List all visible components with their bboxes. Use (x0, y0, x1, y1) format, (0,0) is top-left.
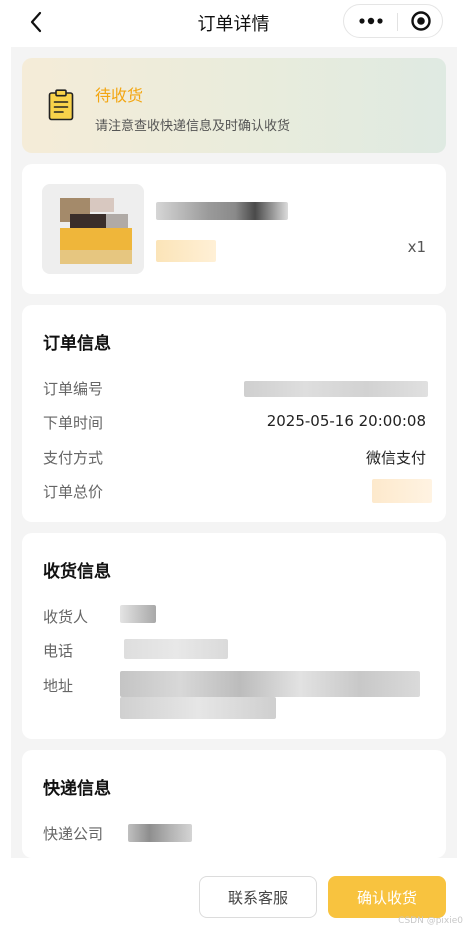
order-time-value: 2025-05-16 20:00:08 (266, 412, 426, 430)
clipboard-icon (48, 89, 74, 121)
order-time-label: 下单时间 (43, 414, 104, 432)
more-dots-icon (359, 17, 383, 25)
express-info-card: 快递信息 快递公司 (22, 750, 446, 858)
order-total-value (372, 479, 432, 503)
receiver-address-label: 地址 (43, 677, 74, 695)
receiver-info-title: 收货信息 (43, 562, 111, 582)
product-name (156, 202, 288, 220)
product-image (42, 184, 144, 274)
order-info-title: 订单信息 (43, 334, 111, 354)
contact-service-button[interactable]: 联系客服 (199, 876, 317, 918)
product-price (156, 240, 216, 262)
status-description: 请注意查收快递信息及时确认收货 (95, 119, 291, 134)
target-circle-icon (411, 11, 431, 31)
express-info-title: 快递信息 (43, 779, 111, 799)
payment-method-value: 微信支付 (365, 449, 426, 467)
navbar: 订单详情 (0, 0, 467, 44)
close-mini-program-button[interactable] (403, 8, 439, 34)
order-total-label: 订单总价 (43, 483, 104, 501)
order-number-value[interactable] (244, 381, 428, 397)
more-button[interactable] (350, 8, 392, 34)
receiver-name-value (120, 605, 156, 623)
receiver-phone-label: 电话 (43, 642, 74, 660)
status-title: 待收货 (95, 86, 144, 105)
status-banner: 待收货 请注意查收快递信息及时确认收货 (22, 58, 446, 153)
product-quantity: x1 (407, 238, 426, 256)
receiver-phone-value (124, 639, 228, 659)
confirm-receipt-button[interactable]: 确认收货 (328, 876, 446, 918)
capsule-divider (397, 13, 398, 31)
express-company-label: 快递公司 (43, 825, 104, 843)
mini-program-capsule (343, 4, 443, 38)
bottom-action-bar: 联系客服 确认收货 (0, 858, 467, 933)
express-company-value (128, 824, 192, 842)
order-number-label: 订单编号 (43, 380, 104, 398)
watermark: CSDN @pixie0 (398, 916, 463, 926)
receiver-address-value-line2 (120, 697, 276, 719)
receiver-address-value-line1 (120, 671, 420, 697)
order-info-card: 订单信息 订单编号 下单时间 2025-05-16 20:00:08 支付方式 … (22, 305, 446, 522)
receiver-name-label: 收货人 (43, 608, 89, 626)
product-card[interactable]: x1 (22, 164, 446, 294)
receiver-info-card: 收货信息 收货人 电话 地址 (22, 533, 446, 739)
payment-method-label: 支付方式 (43, 449, 104, 467)
